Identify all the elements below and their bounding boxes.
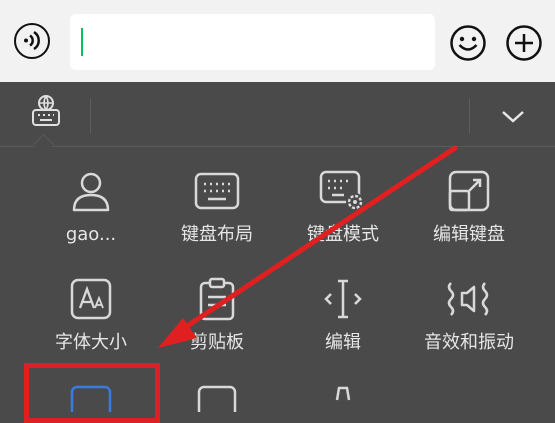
function-item-clipboard[interactable]: 剪贴板 [152,276,282,354]
chat-input-bar [0,0,555,82]
function-item-partial[interactable] [278,380,408,410]
keyboard-settings-icon [319,170,364,211]
toolbar-divider [90,98,91,134]
voice-icon [24,30,40,51]
function-label: 剪贴板 [190,332,244,353]
keyboard-layout-icon [194,172,240,210]
toolbar-divider [469,98,470,134]
message-input[interactable] [70,14,435,70]
sound-vibration-icon [447,282,489,316]
more-button[interactable] [505,24,543,62]
function-label: 字体大小 [55,332,127,353]
text-caret [81,28,83,56]
emoji-button[interactable] [449,24,487,62]
function-label: gao... [65,224,117,245]
function-item-partial[interactable] [152,382,282,412]
function-label: 键盘布局 [181,224,253,245]
function-item-sound-vibration[interactable]: 音效和振动 [404,276,534,354]
collapse-keyboard-button[interactable] [500,108,526,126]
edit-keyboard-icon [448,170,490,212]
function-label: 音效和振动 [424,332,514,353]
plus-icon [506,25,542,61]
keyboard-icon [197,385,237,412]
highlight-box [24,363,160,423]
gear-icon [335,386,351,401]
function-item-user[interactable]: gao... [26,168,156,246]
keyboard-logo-button[interactable] [28,94,64,128]
function-item-edit[interactable]: 编辑 [278,276,408,354]
function-label: 编辑键盘 [433,224,505,245]
emoji-icon [450,25,486,61]
clipboard-icon [199,277,235,321]
user-icon [72,172,110,212]
chevron-down-icon [502,111,524,123]
function-item-keyboard-mode[interactable]: 键盘模式 [278,168,408,246]
globe-keyboard-icon [32,95,60,126]
voice-input-button[interactable] [14,23,50,59]
function-label: 编辑 [325,332,361,353]
font-size-icon [70,278,112,320]
function-item-edit-keyboard[interactable]: 编辑键盘 [404,168,534,246]
function-label: 键盘模式 [307,224,379,245]
function-item-keyboard-layout[interactable]: 键盘布局 [152,168,282,246]
function-item-font-size[interactable]: 字体大小 [26,276,156,354]
keyboard-toolbar [0,82,555,147]
panel-divider [0,146,555,147]
cursor-edit-icon [324,279,362,319]
